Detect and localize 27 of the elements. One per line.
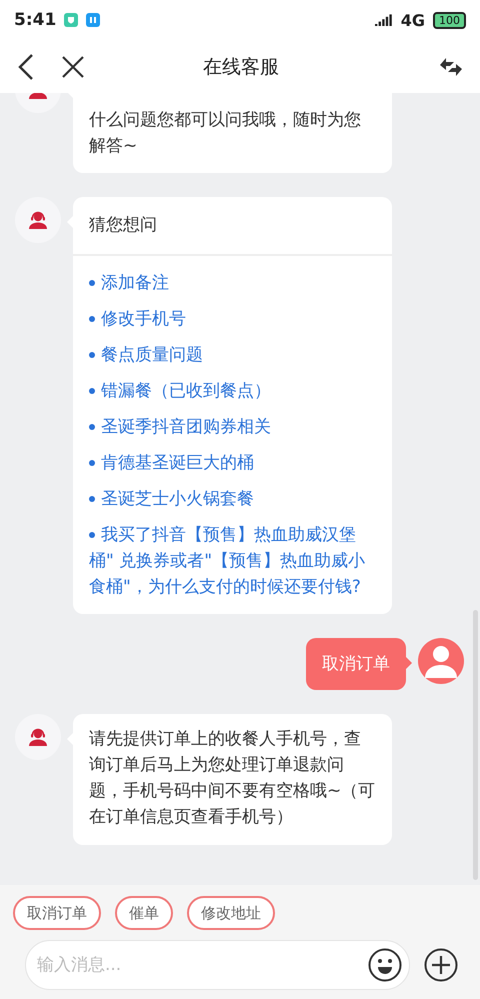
suggestion-link[interactable]: 添加备注	[89, 270, 376, 296]
back-button[interactable]	[18, 54, 34, 80]
suggestion-link[interactable]: 圣诞芝士小火锅套餐	[89, 486, 376, 512]
emoji-button[interactable]	[368, 948, 402, 982]
suggestion-link[interactable]: 我买了抖音【预售】热血助威汉堡桶" 兑换券或者"【预售】热血助威小食桶"，为什么支付的时候还要付钱?	[89, 522, 376, 600]
signal-icon	[374, 14, 393, 26]
suggestion-link[interactable]: 修改手机号	[89, 306, 376, 332]
app-icon	[86, 13, 100, 27]
user-icon	[423, 644, 459, 678]
network-label: 4G	[400, 10, 425, 30]
status-time: 5:41	[14, 10, 56, 30]
switch-button[interactable]	[438, 56, 464, 78]
bubble-tail	[405, 656, 412, 670]
page-title: 在线客服	[203, 54, 279, 80]
quick-reply-chip[interactable]: 催单	[115, 896, 173, 930]
suggestion-link[interactable]: 餐点质量问题	[89, 342, 376, 368]
shield-icon	[64, 13, 78, 27]
quick-reply-chip[interactable]: 修改地址	[187, 896, 275, 930]
message-input[interactable]: 输入消息...	[25, 940, 410, 990]
suggestion-link[interactable]: 错漏餐（已收到餐点）	[89, 378, 376, 404]
battery-level: 100	[433, 12, 466, 28]
add-button[interactable]	[424, 948, 458, 982]
suggestion-link[interactable]: 肯德基圣诞巨大的桶	[89, 450, 376, 476]
close-button[interactable]	[62, 56, 84, 78]
suggestion-title: 猜您想问	[73, 197, 392, 256]
suggestion-link[interactable]: 圣诞季抖音团购券相关	[89, 414, 376, 440]
quick-reply-chip[interactable]: 取消订单	[13, 896, 101, 930]
